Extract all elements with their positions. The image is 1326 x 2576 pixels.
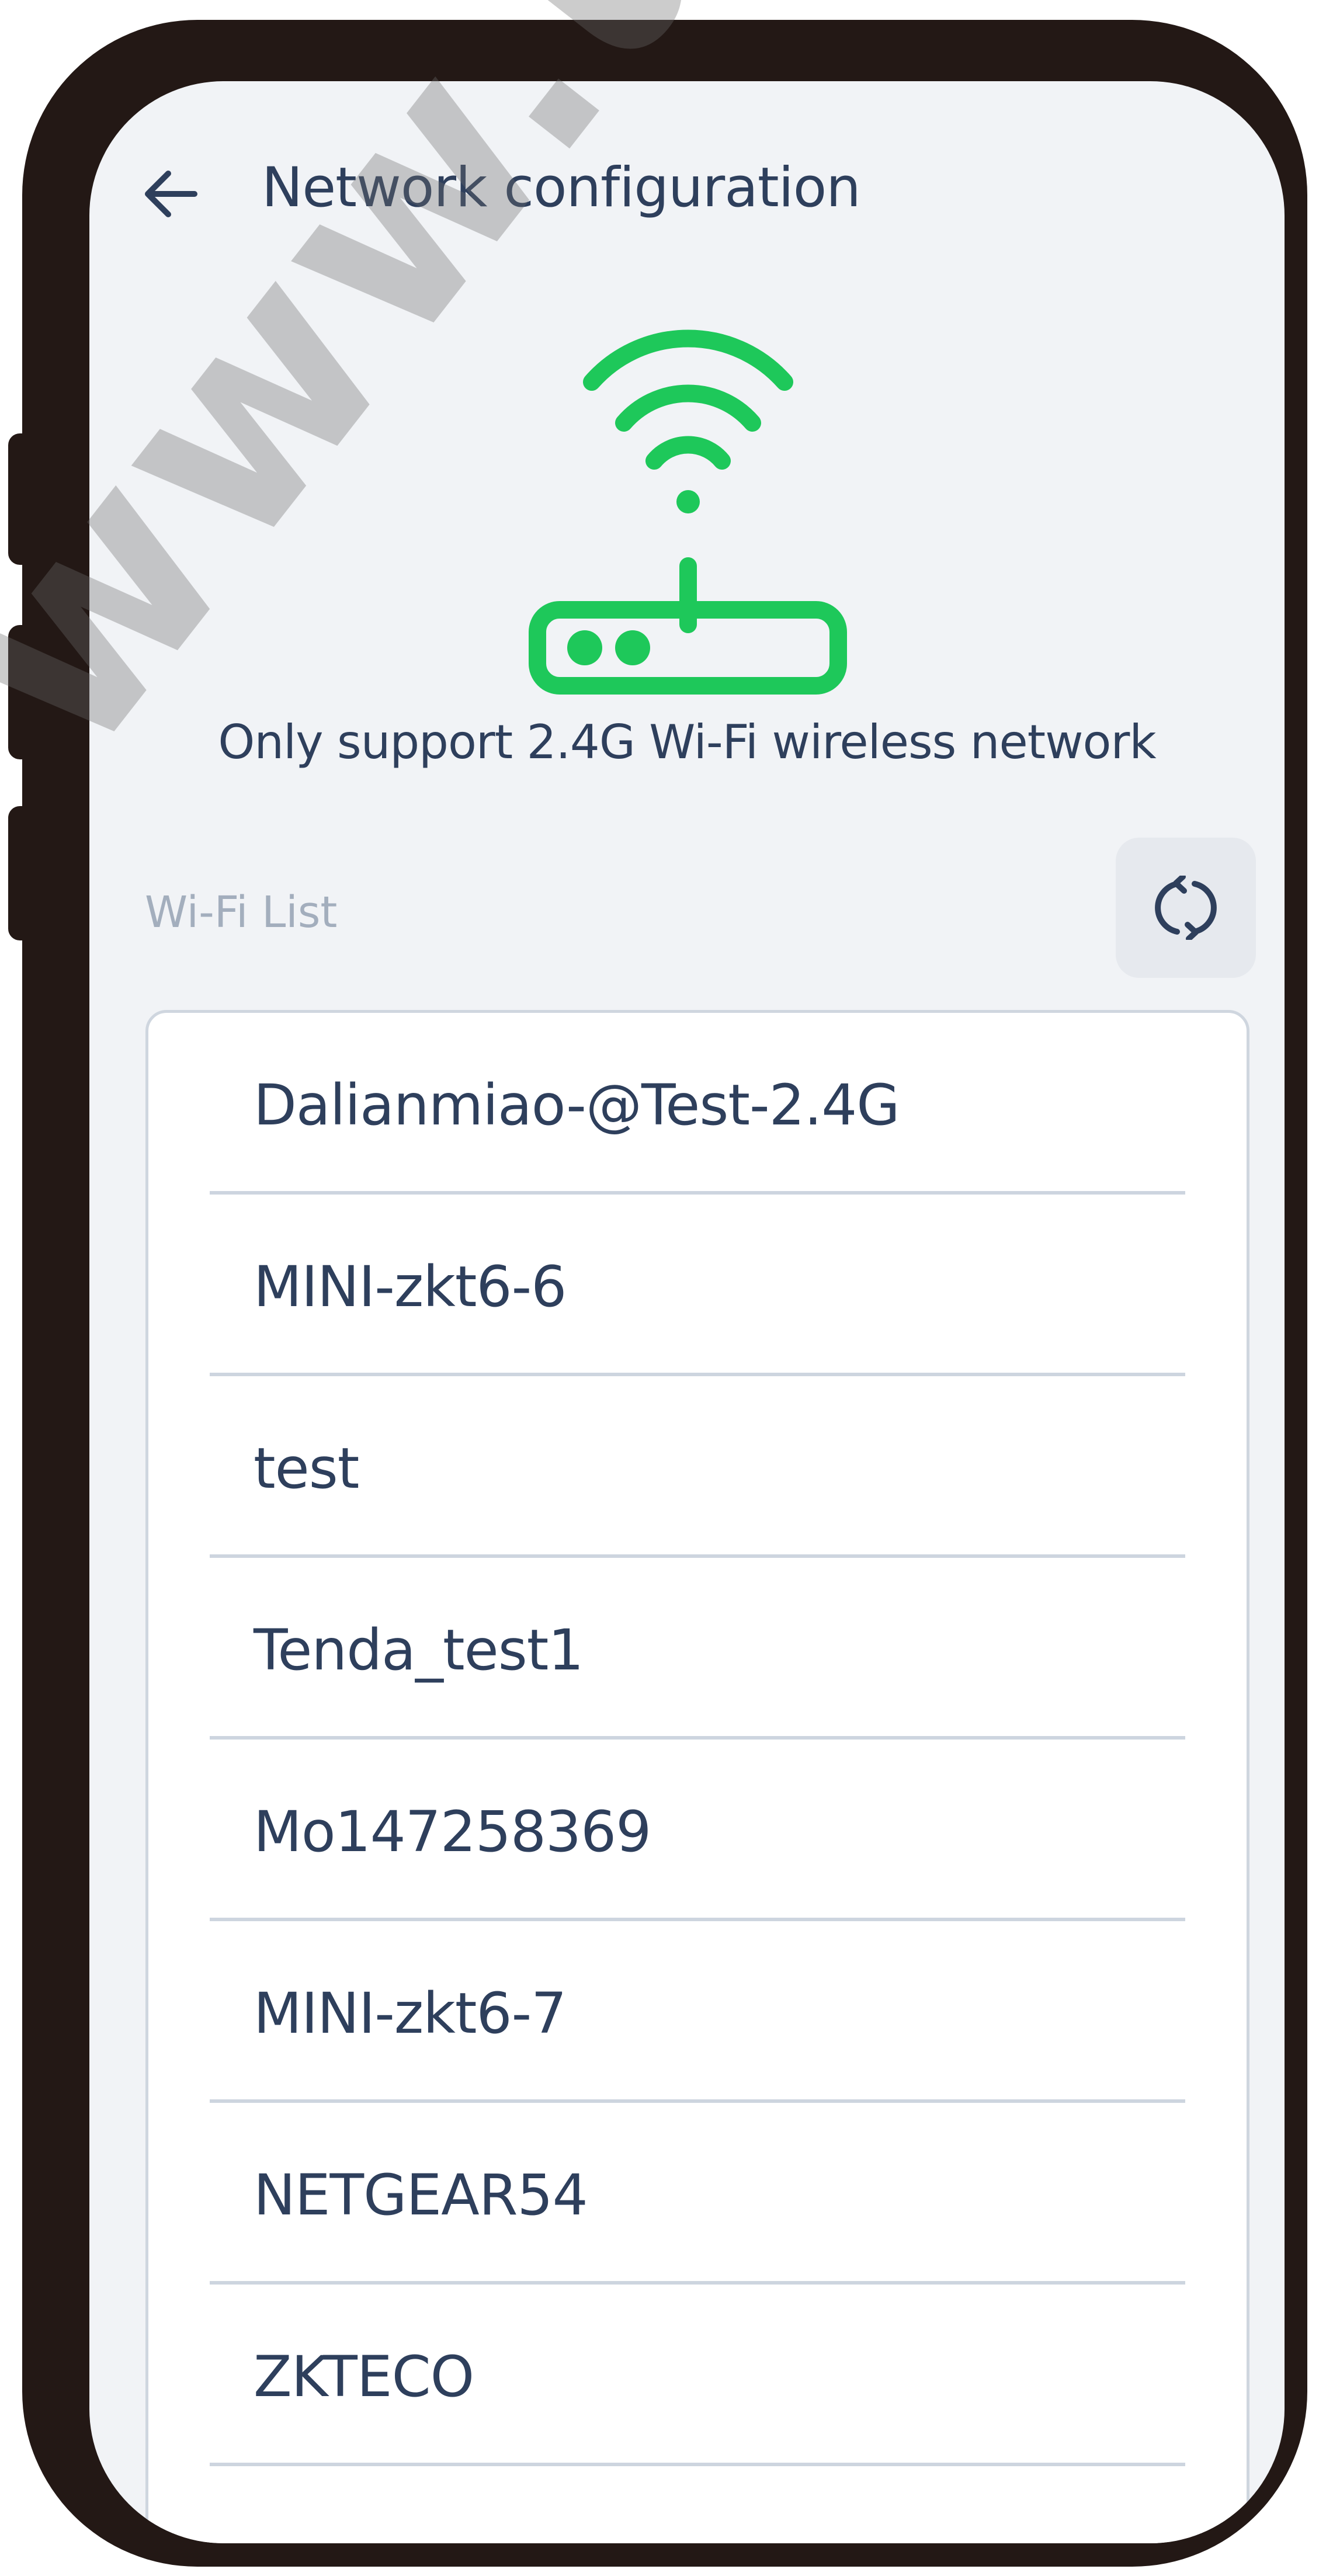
refresh-button[interactable] <box>1116 838 1256 978</box>
refresh-icon <box>1155 876 1217 940</box>
wifi-list-label: Wi-Fi List <box>145 887 338 938</box>
wifi-network-name: Mo147258369 <box>254 1799 651 1865</box>
wifi-network-name: NETGEAR54 <box>254 2162 588 2228</box>
phone-frame: Network configuration Only support 2.4G … <box>22 20 1307 2567</box>
wifi-network-item[interactable]: MINI-zkt6-7 <box>148 1921 1247 2103</box>
wifi-network-item[interactable]: ZKTECO <box>148 2285 1247 2466</box>
wifi-network-name: Dalianmiao-@Test-2.4G <box>254 1072 900 1138</box>
wifi-network-item[interactable]: test <box>148 1376 1247 1558</box>
wifi-network-item[interactable]: MINI-zkt6-6 <box>148 1195 1247 1376</box>
wifi-network-item[interactable]: Dalianmiao-@Test-2.4G <box>148 1013 1247 1195</box>
wifi-network-list: Dalianmiao-@Test-2.4G MINI-zkt6-6 test T… <box>145 1010 1249 2543</box>
wifi-network-name: Tenda_test1 <box>254 1617 584 1683</box>
phone-screen: Network configuration Only support 2.4G … <box>89 81 1285 2543</box>
list-divider <box>210 2463 1185 2466</box>
wifi-network-item[interactable]: Mo147258369 <box>148 1740 1247 1921</box>
wifi-network-name: ZKTECO <box>254 2344 474 2410</box>
page-title: Network configuration <box>262 156 861 220</box>
support-note-text: Only support 2.4G Wi-Fi wireless network <box>218 715 1156 769</box>
arrow-left-icon[interactable] <box>139 162 203 226</box>
wifi-network-name: MINI-zkt6-6 <box>254 1254 567 1320</box>
wifi-network-item[interactable]: NETGEAR54 <box>148 2103 1247 2285</box>
wifi-router-icon <box>525 315 852 700</box>
wifi-network-item[interactable]: Tenda_test1 <box>148 1558 1247 1740</box>
wifi-network-name: MINI-zkt6-7 <box>254 1981 567 2046</box>
screenshot-canvas: Network configuration Only support 2.4G … <box>0 0 1326 2576</box>
wifi-network-name: test <box>254 1436 359 1501</box>
